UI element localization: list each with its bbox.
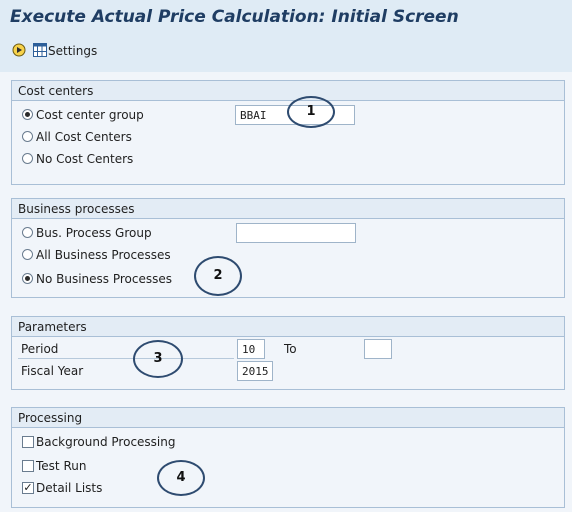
radio-bus-process-group[interactable]: Bus. Process Group xyxy=(12,223,564,243)
checkbox-detail-lists[interactable]: ✓ Detail Lists xyxy=(12,478,564,498)
period-row: Period 10 To xyxy=(12,339,564,359)
radio-all-business-processes[interactable]: All Business Processes xyxy=(12,245,564,265)
cost-centers-group: Cost centers Cost center group BBAI All … xyxy=(11,80,565,185)
checkbox-label: Detail Lists xyxy=(36,481,103,495)
radio-button[interactable] xyxy=(22,273,33,284)
processing-group: Processing Background Processing Test Ru… xyxy=(11,407,565,508)
radio-label: No Cost Centers xyxy=(36,152,134,166)
radio-no-cost-centers[interactable]: No Cost Centers xyxy=(12,149,564,169)
radio-button[interactable] xyxy=(22,109,33,120)
radio-button[interactable] xyxy=(22,131,33,142)
execute-icon[interactable] xyxy=(12,43,26,57)
cost-centers-header: Cost centers xyxy=(12,81,564,101)
radio-label: Bus. Process Group xyxy=(36,226,152,240)
checkbox-label: Background Processing xyxy=(36,435,176,449)
callout-1: 1 xyxy=(287,96,335,128)
callout-4: 4 xyxy=(157,460,205,496)
business-processes-header: Business processes xyxy=(12,199,564,219)
period-to-input[interactable] xyxy=(364,339,392,359)
period-input[interactable]: 10 xyxy=(237,339,265,359)
radio-button[interactable] xyxy=(22,249,33,260)
checkbox-test-run[interactable]: Test Run xyxy=(12,456,564,476)
radio-label: No Business Processes xyxy=(36,272,173,286)
radio-all-cost-centers[interactable]: All Cost Centers xyxy=(12,127,564,147)
period-label: Period xyxy=(21,342,59,356)
checkbox-checked[interactable]: ✓ xyxy=(22,482,34,494)
parameters-header: Parameters xyxy=(12,317,564,337)
toolbar: Settings xyxy=(0,34,572,68)
to-label: To xyxy=(284,342,297,356)
radio-label: Cost center group xyxy=(36,108,144,122)
selection-screen: Cost centers Cost center group BBAI All … xyxy=(0,72,572,512)
page-title: Execute Actual Price Calculation: Initia… xyxy=(10,7,459,27)
title-bar: Execute Actual Price Calculation: Initia… xyxy=(0,0,572,34)
fiscal-year-input[interactable]: 2015 xyxy=(237,361,273,381)
checkbox-background-processing[interactable]: Background Processing xyxy=(12,432,564,452)
checkbox[interactable] xyxy=(22,436,34,448)
radio-label: All Cost Centers xyxy=(36,130,132,144)
radio-label: All Business Processes xyxy=(36,248,171,262)
checkbox-label: Test Run xyxy=(36,459,87,473)
fiscal-year-label: Fiscal Year xyxy=(21,364,84,378)
fiscal-year-row: Fiscal Year 2015 xyxy=(12,361,564,381)
row-divider xyxy=(18,358,234,359)
settings-button[interactable]: Settings xyxy=(48,44,97,58)
radio-button[interactable] xyxy=(22,153,33,164)
checkbox[interactable] xyxy=(22,460,34,472)
radio-button[interactable] xyxy=(22,227,33,238)
callout-3: 3 xyxy=(133,340,183,378)
bus-process-group-input[interactable] xyxy=(236,223,356,243)
processing-header: Processing xyxy=(12,408,564,428)
business-processes-group: Business processes Bus. Process Group Al… xyxy=(11,198,565,298)
radio-no-business-processes[interactable]: No Business Processes xyxy=(12,269,564,289)
callout-2: 2 xyxy=(194,256,242,296)
parameters-group: Parameters Period 10 To Fiscal Year 2015 xyxy=(11,316,565,390)
settings-icon[interactable] xyxy=(33,43,47,57)
